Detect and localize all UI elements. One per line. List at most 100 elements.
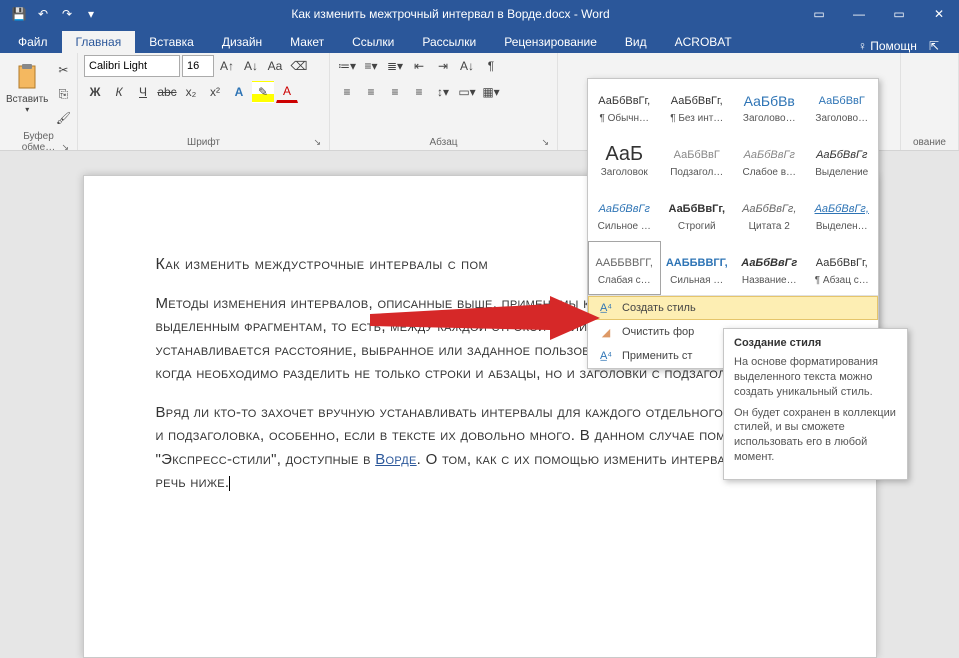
bullets-button[interactable]: ≔▾: [336, 55, 358, 77]
copy-button[interactable]: ⎘: [52, 83, 74, 105]
grow-font-button[interactable]: A↑: [216, 55, 238, 77]
doc-link[interactable]: Ворде: [375, 451, 416, 468]
style-item[interactable]: АаБбВвГг,¶ Обычн…: [588, 79, 661, 133]
sort-button[interactable]: A↓: [456, 55, 478, 77]
highlight-button[interactable]: ✎: [252, 81, 274, 103]
tab-references[interactable]: Ссылки: [338, 31, 408, 53]
format-painter-button[interactable]: 🖌: [52, 107, 74, 129]
increase-indent-button[interactable]: ⇥: [432, 55, 454, 77]
style-preview: АаБбВв: [744, 89, 795, 113]
ribbon-options-button[interactable]: ▭: [799, 0, 839, 28]
tab-acrobat[interactable]: ACROBAT: [661, 31, 746, 53]
show-marks-button[interactable]: ¶: [480, 55, 502, 77]
shrink-font-button[interactable]: A↓: [240, 55, 262, 77]
create-style-menu-item[interactable]: A̲⁴ Создать стиль: [588, 296, 878, 320]
style-item[interactable]: АаБбВвГг,Строгий: [661, 187, 734, 241]
title-bar: 💾 ↶ ↷ ▾ Как изменить межтрочный интервал…: [0, 0, 959, 28]
maximize-button[interactable]: ▭: [879, 0, 919, 28]
style-item[interactable]: АаБбВвЗаголово…: [733, 79, 806, 133]
tab-layout[interactable]: Макет: [276, 31, 338, 53]
font-name-input[interactable]: [84, 55, 180, 77]
share-button[interactable]: ⇱: [929, 39, 939, 53]
group-editing: ование: [901, 53, 959, 150]
style-item[interactable]: АаБЗаголовок: [588, 133, 661, 187]
style-preview: АаБ: [605, 143, 643, 167]
group-clipboard: Вставить▾ ✂ ⎘ 🖌 Буфер обме…↘: [0, 53, 78, 150]
strike-button[interactable]: abc: [156, 81, 178, 103]
style-item[interactable]: АаБбВвГгСильное …: [588, 187, 661, 241]
customize-qat-button[interactable]: ▾: [80, 3, 102, 25]
save-button[interactable]: 💾: [8, 3, 30, 25]
close-button[interactable]: ✕: [919, 0, 959, 28]
style-name-label: Строгий: [664, 221, 730, 232]
style-item[interactable]: АаБбВвГПодзагол…: [661, 133, 734, 187]
minimize-button[interactable]: —: [839, 0, 879, 28]
style-preview: АаБбВвГг,: [668, 197, 725, 221]
tab-home[interactable]: Главная: [62, 31, 136, 53]
tab-insert[interactable]: Вставка: [135, 31, 208, 53]
decrease-indent-button[interactable]: ⇤: [408, 55, 430, 77]
style-item[interactable]: АаБбВвГЗаголово…: [806, 79, 879, 133]
style-name-label: ¶ Без инт…: [664, 113, 730, 124]
tooltip: Создание стиля На основе форматирования …: [723, 328, 908, 480]
align-center-button[interactable]: ≡: [360, 81, 382, 103]
style-preview: АаБбВвГг: [816, 143, 867, 167]
group-font: A↑ A↓ Aa ⌫ Ж К Ч abc x₂ x² A ✎ A Шрифт↘: [78, 53, 330, 150]
bold-button[interactable]: Ж: [84, 81, 106, 103]
style-item[interactable]: АаБбВвГг,Выделен…: [806, 187, 879, 241]
style-name-label: Заголовок: [591, 167, 657, 178]
borders-button[interactable]: ▦▾: [480, 81, 502, 103]
align-right-button[interactable]: ≡: [384, 81, 406, 103]
numbering-button[interactable]: ≡▾: [360, 55, 382, 77]
font-color-button[interactable]: A: [276, 81, 298, 103]
superscript-button[interactable]: x²: [204, 81, 226, 103]
underline-button[interactable]: Ч: [132, 81, 154, 103]
style-item[interactable]: ААББВВГГ,Сильная …: [661, 241, 734, 295]
paste-button[interactable]: Вставить▾: [6, 55, 48, 121]
styles-gallery-flyout: АаБбВвГг,¶ Обычн…АаБбВвГг,¶ Без инт…АаБб…: [587, 78, 879, 369]
style-name-label: ¶ Абзац с…: [809, 275, 875, 286]
clear-format-button[interactable]: ⌫: [288, 55, 310, 77]
doc-paragraph-2: Вряд ли кто-то захочет вручную устанавли…: [156, 401, 804, 494]
style-preview: АаБбВвГг,: [816, 251, 868, 275]
tab-design[interactable]: Дизайн: [208, 31, 276, 53]
change-case-button[interactable]: Aa: [264, 55, 286, 77]
style-item[interactable]: АаБбВвГг,¶ Без инт…: [661, 79, 734, 133]
subscript-button[interactable]: x₂: [180, 81, 202, 103]
style-name-label: Выделен…: [809, 221, 875, 232]
font-size-input[interactable]: [182, 55, 214, 77]
tooltip-body-1: На основе форматирования выделенного тек…: [734, 355, 897, 400]
multilevel-button[interactable]: ≣▾: [384, 55, 406, 77]
tooltip-title: Создание стиля: [734, 337, 897, 349]
style-item[interactable]: АаБбВвГгНазвание…: [733, 241, 806, 295]
tab-file[interactable]: Файл: [4, 31, 62, 53]
tab-mailings[interactable]: Рассылки: [408, 31, 490, 53]
cut-button[interactable]: ✂: [52, 59, 74, 81]
style-preview: АаБбВвГг,: [671, 89, 723, 113]
tooltip-body-2: Он будет сохранен в коллекции стилей, и …: [734, 406, 897, 465]
style-name-label: ¶ Обычн…: [591, 113, 657, 124]
style-item[interactable]: АаБбВвГг,¶ Абзац с…: [806, 241, 879, 295]
style-item[interactable]: АаБбВвГгСлабое в…: [733, 133, 806, 187]
text-effects-button[interactable]: A: [228, 81, 250, 103]
align-left-button[interactable]: ≡: [336, 81, 358, 103]
justify-button[interactable]: ≡: [408, 81, 430, 103]
paragraph-launcher[interactable]: ↘: [541, 137, 549, 148]
window-controls: ▭ — ▭ ✕: [799, 0, 959, 28]
style-preview: ААББВВГГ,: [666, 251, 728, 275]
italic-button[interactable]: К: [108, 81, 130, 103]
tab-review[interactable]: Рецензирование: [490, 31, 611, 53]
font-launcher[interactable]: ↘: [313, 137, 321, 148]
style-item[interactable]: ААББВВГГ,Слабая с…: [588, 241, 661, 295]
shading-button[interactable]: ▭▾: [456, 81, 478, 103]
redo-button[interactable]: ↷: [56, 3, 78, 25]
style-name-label: Выделение: [809, 167, 875, 178]
style-item[interactable]: АаБбВвГгВыделение: [806, 133, 879, 187]
style-name-label: Заголово…: [809, 113, 875, 124]
line-spacing-button[interactable]: ↕▾: [432, 81, 454, 103]
undo-button[interactable]: ↶: [32, 3, 54, 25]
tab-view[interactable]: Вид: [611, 31, 661, 53]
group-editing-label: ование: [907, 135, 952, 150]
tell-me-button[interactable]: ♀ Помощн: [858, 39, 917, 53]
style-item[interactable]: АаБбВвГг,Цитата 2: [733, 187, 806, 241]
